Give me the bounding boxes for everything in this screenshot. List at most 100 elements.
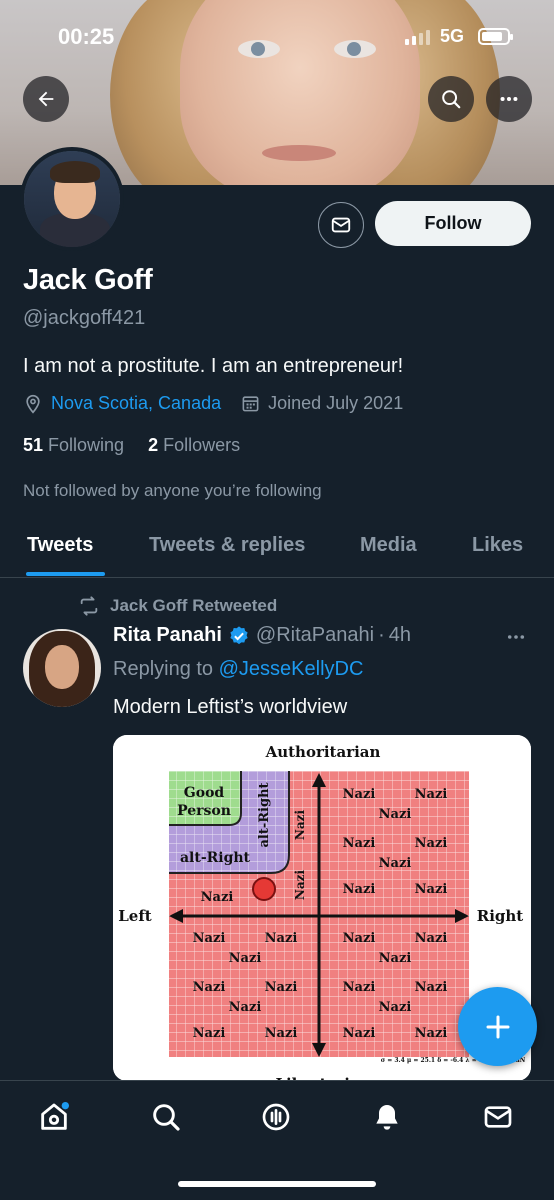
tab-likes[interactable]: Likes <box>472 534 523 557</box>
not-followed-notice: Not followed by anyone you’re following <box>23 481 322 500</box>
followers-count: 2 <box>148 435 159 455</box>
tweet-author-avatar[interactable] <box>23 629 101 707</box>
plus-icon <box>486 1015 509 1038</box>
search-icon <box>442 90 461 109</box>
bell-icon <box>376 1105 398 1130</box>
status-bar: 00:25 5G <box>0 22 554 52</box>
replying-to: Replying to @JesseKellyDC <box>113 658 363 681</box>
followers-label: Followers <box>163 435 241 455</box>
search-button[interactable] <box>428 76 474 122</box>
tweet-handle[interactable]: @RitaPanahi <box>256 624 374 647</box>
nazi-label: Nazi <box>415 836 448 851</box>
spaces-icon <box>262 1103 290 1131</box>
verified-badge-icon <box>230 625 248 644</box>
profile-name: Jack Goff <box>23 264 153 296</box>
nazi-label: Nazi <box>193 931 226 946</box>
nazi-label: Nazi <box>379 951 412 966</box>
following-count: 51 <box>23 435 44 455</box>
more-horizontal-icon <box>507 635 525 639</box>
signal-icon <box>405 30 430 45</box>
compass-right-label: Right <box>477 907 524 925</box>
nazi-label: Nazi <box>415 787 448 802</box>
replying-to-handle[interactable]: @JesseKellyDC <box>219 658 364 680</box>
battery-icon <box>478 28 513 45</box>
tweet-header: Rita Panahi @RitaPanahi · 4h <box>113 624 411 647</box>
nazi-label: Nazi <box>265 1026 298 1041</box>
nazi-label: Nazi <box>265 931 298 946</box>
retweet-context[interactable]: Jack Goff Retweeted <box>78 595 277 617</box>
profile-bio: I am not a prostitute. I am an entrepren… <box>23 355 404 377</box>
followers-link[interactable]: 2 Followers <box>148 435 240 455</box>
status-time: 00:25 <box>58 24 115 49</box>
location-pin-icon <box>26 394 40 414</box>
network-label: 5G <box>440 26 465 46</box>
nazi-label: Nazi <box>343 787 376 802</box>
replying-prefix: Replying to <box>113 658 214 680</box>
message-button[interactable] <box>318 202 364 248</box>
home-indicator <box>178 1181 376 1187</box>
follow-button[interactable]: Follow <box>375 201 531 246</box>
nazi-label: Nazi <box>193 980 226 995</box>
home-icon <box>41 1101 70 1130</box>
alt-right-horizontal-label: alt-Right <box>180 850 251 866</box>
compose-button[interactable] <box>458 987 537 1066</box>
nav-search[interactable] <box>146 1097 186 1137</box>
nazi-label: Nazi <box>193 1026 226 1041</box>
nazi-label: Nazi <box>415 931 448 946</box>
search-icon <box>153 1104 180 1131</box>
tweet-separator: · <box>378 624 385 646</box>
calendar-icon <box>242 396 259 412</box>
nazi-label: Nazi <box>265 980 298 995</box>
compass-top-label: Authoritarian <box>265 743 381 761</box>
following-link[interactable]: 51 Following <box>23 435 124 455</box>
nazi-label: Nazi <box>229 1000 262 1015</box>
arrow-left-icon <box>38 91 54 107</box>
back-button[interactable] <box>23 76 69 122</box>
retweet-text: Jack Goff Retweeted <box>110 596 278 615</box>
nazi-label: Nazi <box>379 807 412 822</box>
nazi-label: Nazi <box>415 1026 448 1041</box>
more-button[interactable] <box>486 76 532 122</box>
nazi-label: Nazi <box>343 836 376 851</box>
tweet-time: 4h <box>388 624 411 646</box>
nazi-label: Nazi <box>229 951 262 966</box>
tweet-text: Modern Leftist’s worldview <box>113 696 348 718</box>
nazi-vertical-label-2: Nazi <box>293 870 307 901</box>
following-label: Following <box>48 435 125 455</box>
nazi-label: Nazi <box>343 980 376 995</box>
nazi-label: Nazi <box>343 1026 376 1041</box>
profile-joined: Joined July 2021 <box>268 393 404 413</box>
profile-handle: @jackgoff421 <box>23 307 146 329</box>
profile-tabs: Tweets Tweets & replies Media Likes <box>0 528 554 578</box>
nazi-label: Nazi <box>201 890 234 905</box>
profile-avatar[interactable] <box>20 147 124 251</box>
nazi-label: Nazi <box>379 856 412 871</box>
nav-messages[interactable] <box>478 1097 518 1137</box>
mail-icon <box>331 217 351 233</box>
tab-tweets-replies[interactable]: Tweets & replies <box>149 534 305 557</box>
nazi-vertical-label-1: Nazi <box>293 810 307 841</box>
tab-tweets[interactable]: Tweets <box>27 534 93 557</box>
more-horizontal-icon <box>500 96 518 102</box>
profile-counts: 51 Following 2 Followers <box>23 435 240 456</box>
nazi-label: Nazi <box>415 980 448 995</box>
profile-meta: Nova Scotia, Canada Joined July 2021 <box>23 393 403 414</box>
nazi-label: Nazi <box>343 882 376 897</box>
tweet-more-button[interactable] <box>505 628 527 651</box>
nav-spaces[interactable] <box>256 1097 296 1137</box>
nazi-label: Nazi <box>343 931 376 946</box>
mail-icon <box>484 1106 512 1128</box>
alt-right-vertical-label: alt-Right <box>257 782 272 847</box>
tab-indicator <box>26 572 105 576</box>
compass-left-label: Left <box>118 907 152 925</box>
tab-media[interactable]: Media <box>360 534 417 557</box>
nazi-label: Nazi <box>415 882 448 897</box>
good-person-label-line1: Good <box>184 785 225 801</box>
nav-home[interactable] <box>34 1097 74 1137</box>
nav-notifications[interactable] <box>367 1097 407 1137</box>
retweet-icon <box>80 596 98 616</box>
nazi-label: Nazi <box>379 1000 412 1015</box>
good-person-label-line2: Person <box>177 803 231 819</box>
tweet-display-name[interactable]: Rita Panahi <box>113 624 222 647</box>
profile-location[interactable]: Nova Scotia, Canada <box>51 393 221 414</box>
